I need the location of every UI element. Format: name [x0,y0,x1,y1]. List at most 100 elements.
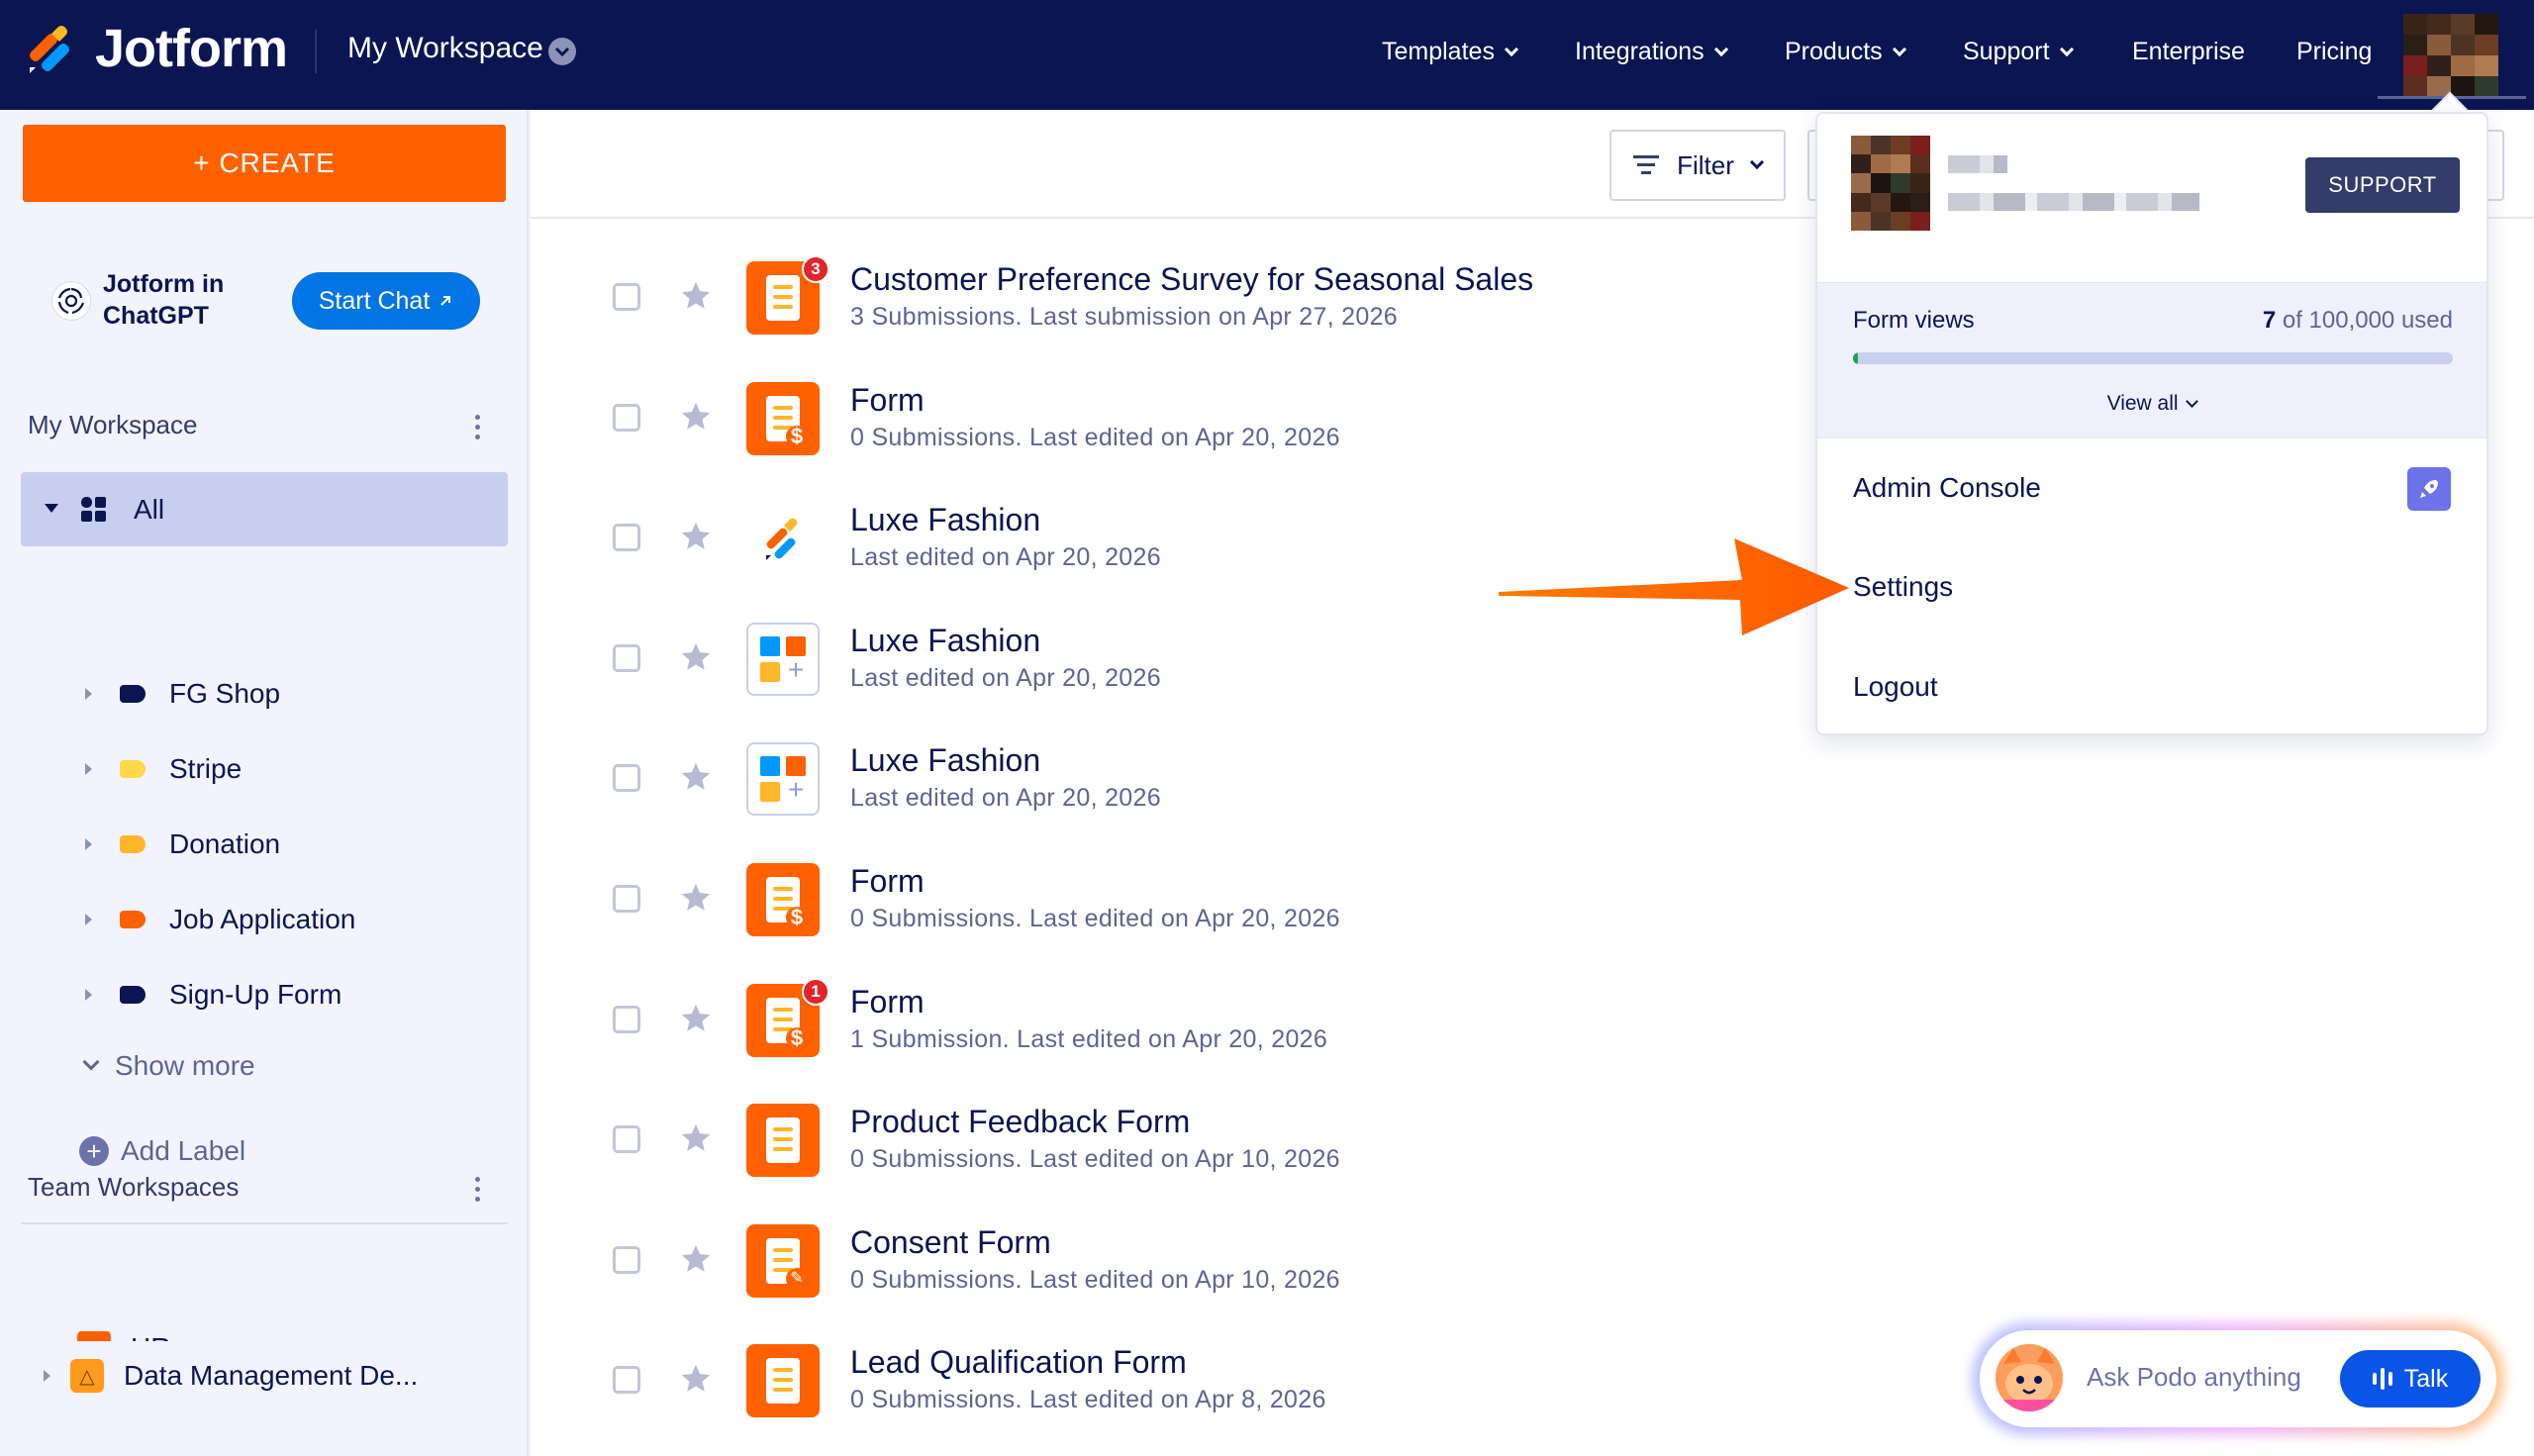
talk-button[interactable]: Talk [2340,1350,2481,1407]
form-list-item[interactable]: $ Form 0 Submissions. Last edited on Apr 2… [531,837,2213,957]
filter-button[interactable]: Filter [1609,130,1786,201]
select-checkbox[interactable] [613,1125,640,1154]
form-title[interactable]: Form [850,863,925,900]
form-list-item[interactable]: $1 Form 1 Submission. Last edited on Apr 2… [531,958,2213,1078]
nav-support[interactable]: Support [1963,38,2074,66]
star-icon[interactable] [679,400,713,434]
chevron-down-icon [1892,42,1906,56]
sidebar-item-all[interactable]: All [21,472,508,546]
support-button[interactable]: SUPPORT [2305,157,2460,213]
form-title[interactable]: Luxe Fashion [850,742,1040,779]
account-dropdown: SUPPORT Form views 7 of 100,000 used Vie… [1815,112,2488,735]
more-options-icon[interactable] [475,1177,481,1203]
select-checkbox[interactable] [613,524,640,552]
expand-arrow-icon[interactable] [44,1370,50,1382]
form-meta: Last edited on Apr 20, 2026 [850,543,1161,572]
show-more-button[interactable]: Show more [82,1050,255,1082]
form-title[interactable]: Lead Qualification Form [850,1344,1187,1381]
collapse-triangle-icon[interactable] [45,504,58,513]
form-title[interactable]: Luxe Fashion [850,623,1040,659]
logout-link[interactable]: Logout [1853,671,1938,703]
form-views-progress [1853,352,2453,364]
create-button[interactable]: + CREATE [23,125,506,202]
form-title[interactable]: Form [850,984,925,1020]
star-icon[interactable] [679,1362,713,1396]
select-checkbox[interactable] [613,885,640,913]
select-checkbox[interactable] [613,1005,640,1033]
expand-arrow-icon[interactable] [85,838,92,850]
nav-products[interactable]: Products [1785,38,1906,66]
assistant-input-placeholder[interactable]: Ask Podo anything [2087,1362,2301,1393]
ai-assistant-bar[interactable]: Ask Podo anything Talk [1980,1330,2496,1427]
form-title[interactable]: Form [850,382,925,419]
star-icon[interactable] [679,279,713,313]
tag-icon [120,911,146,928]
star-icon[interactable] [679,881,713,915]
tag-icon [120,986,146,1004]
expand-arrow-icon[interactable] [85,914,92,925]
user-avatar [1851,136,1930,231]
more-options-icon[interactable] [475,415,481,440]
expand-arrow-icon[interactable] [85,763,92,775]
settings-link[interactable]: Settings [1853,571,1953,603]
select-checkbox[interactable] [613,643,640,672]
sidebar-item-partial[interactable]: HR [77,1331,206,1341]
payment-form-icon: $ [746,381,820,455]
sidebar-label-item[interactable]: Stripe [85,749,242,789]
expand-arrow-icon[interactable] [85,688,92,700]
select-checkbox[interactable] [613,1245,640,1274]
user-avatar[interactable] [2403,14,2498,97]
form-list-item[interactable]: Lead Qualification Form 0 Submissions. La… [531,1318,2213,1438]
team-icon [77,1331,111,1341]
sidebar-label-item[interactable]: FG Shop [85,674,280,714]
audio-wave-icon [2372,1368,2392,1390]
plus-icon: + [79,1136,109,1166]
top-nav: Jotform My Workspace Templates Integrati… [0,0,2534,110]
filter-icon [1633,155,1660,175]
form-icon [746,1104,820,1178]
form-list-item[interactable]: ✎ Consent Form 0 Submissions. Last edited … [531,1199,2213,1318]
expand-arrow-icon[interactable] [85,989,92,1001]
admin-console-link[interactable]: Admin Console [1853,472,2041,504]
star-icon[interactable] [679,760,713,794]
form-views-usage: 7 of 100,000 used [2262,307,2453,334]
star-icon[interactable] [679,1002,713,1035]
select-checkbox[interactable] [613,1366,640,1395]
form-title[interactable]: Luxe Fashion [850,502,1040,538]
notification-badge: 1 [802,977,829,1006]
chevron-down-icon [1504,42,1519,56]
star-icon[interactable] [679,1121,713,1155]
form-title[interactable]: Consent Form [850,1224,1051,1261]
star-icon[interactable] [679,520,713,553]
form-list-item[interactable]: Product Feedback Form 0 Submissions. Last… [531,1078,2213,1198]
add-label-button[interactable]: + Add Label [79,1135,245,1167]
sidebar: + CREATE Jotform in ChatGPT Start Chat M… [0,110,529,1456]
form-meta: 0 Submissions. Last edited on Apr 20, 20… [850,423,1340,451]
sidebar-label-item[interactable]: Donation [85,825,280,864]
sidebar-label-item[interactable]: Job Application [85,900,355,939]
view-all-link[interactable]: View all [1817,392,2486,416]
form-title[interactable]: Product Feedback Form [850,1104,1190,1140]
nav-pricing[interactable]: Pricing [2296,38,2372,66]
sidebar-item-team-workspace[interactable]: △ Data Management De... [44,1359,418,1393]
form-title[interactable]: Customer Preference Survey for Seasonal … [850,261,1533,298]
select-checkbox[interactable] [613,403,640,432]
sidebar-label-item[interactable]: Sign-Up Form [85,975,341,1015]
start-chat-button[interactable]: Start Chat [292,272,480,330]
form-meta: Last edited on Apr 20, 2026 [850,663,1161,692]
jotform-logo-icon[interactable] [26,24,75,73]
star-icon[interactable] [679,640,713,674]
select-checkbox[interactable] [613,283,640,311]
nav-templates[interactable]: Templates [1382,38,1519,66]
nav-enterprise[interactable]: Enterprise [2132,38,2245,66]
star-icon[interactable] [679,1242,713,1276]
form-views-label: Form views [1853,307,1975,334]
form-meta: 0 Submissions. Last edited on Apr 20, 20… [850,905,1340,932]
nav-integrations[interactable]: Integrations [1575,38,1728,66]
dollar-icon: $ [786,1026,808,1049]
grid-icon [81,497,106,522]
brand-name[interactable]: Jotform [95,18,288,79]
select-checkbox[interactable] [613,764,640,793]
nav-divider [315,30,317,73]
workspace-title[interactable]: My Workspace [347,32,543,65]
